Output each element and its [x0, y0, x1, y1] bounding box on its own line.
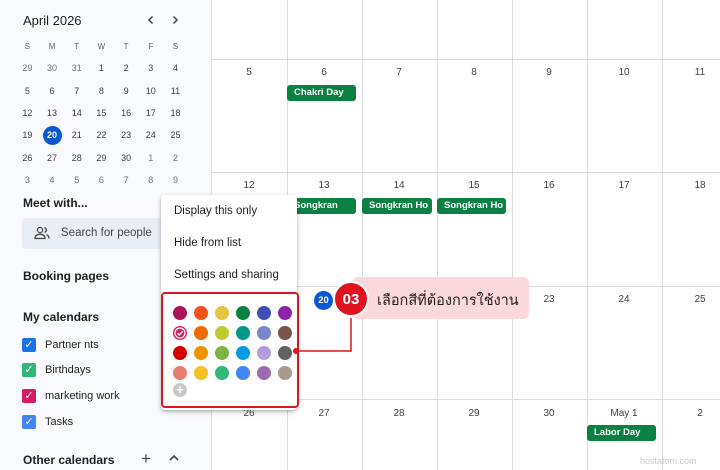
annotation-connector — [293, 318, 352, 354]
annotation-step-badge: 03 — [333, 281, 369, 317]
watermark: hostatom.com — [640, 456, 697, 466]
annotation-text: เลือกสีที่ต้องการใช้งาน — [377, 293, 519, 309]
